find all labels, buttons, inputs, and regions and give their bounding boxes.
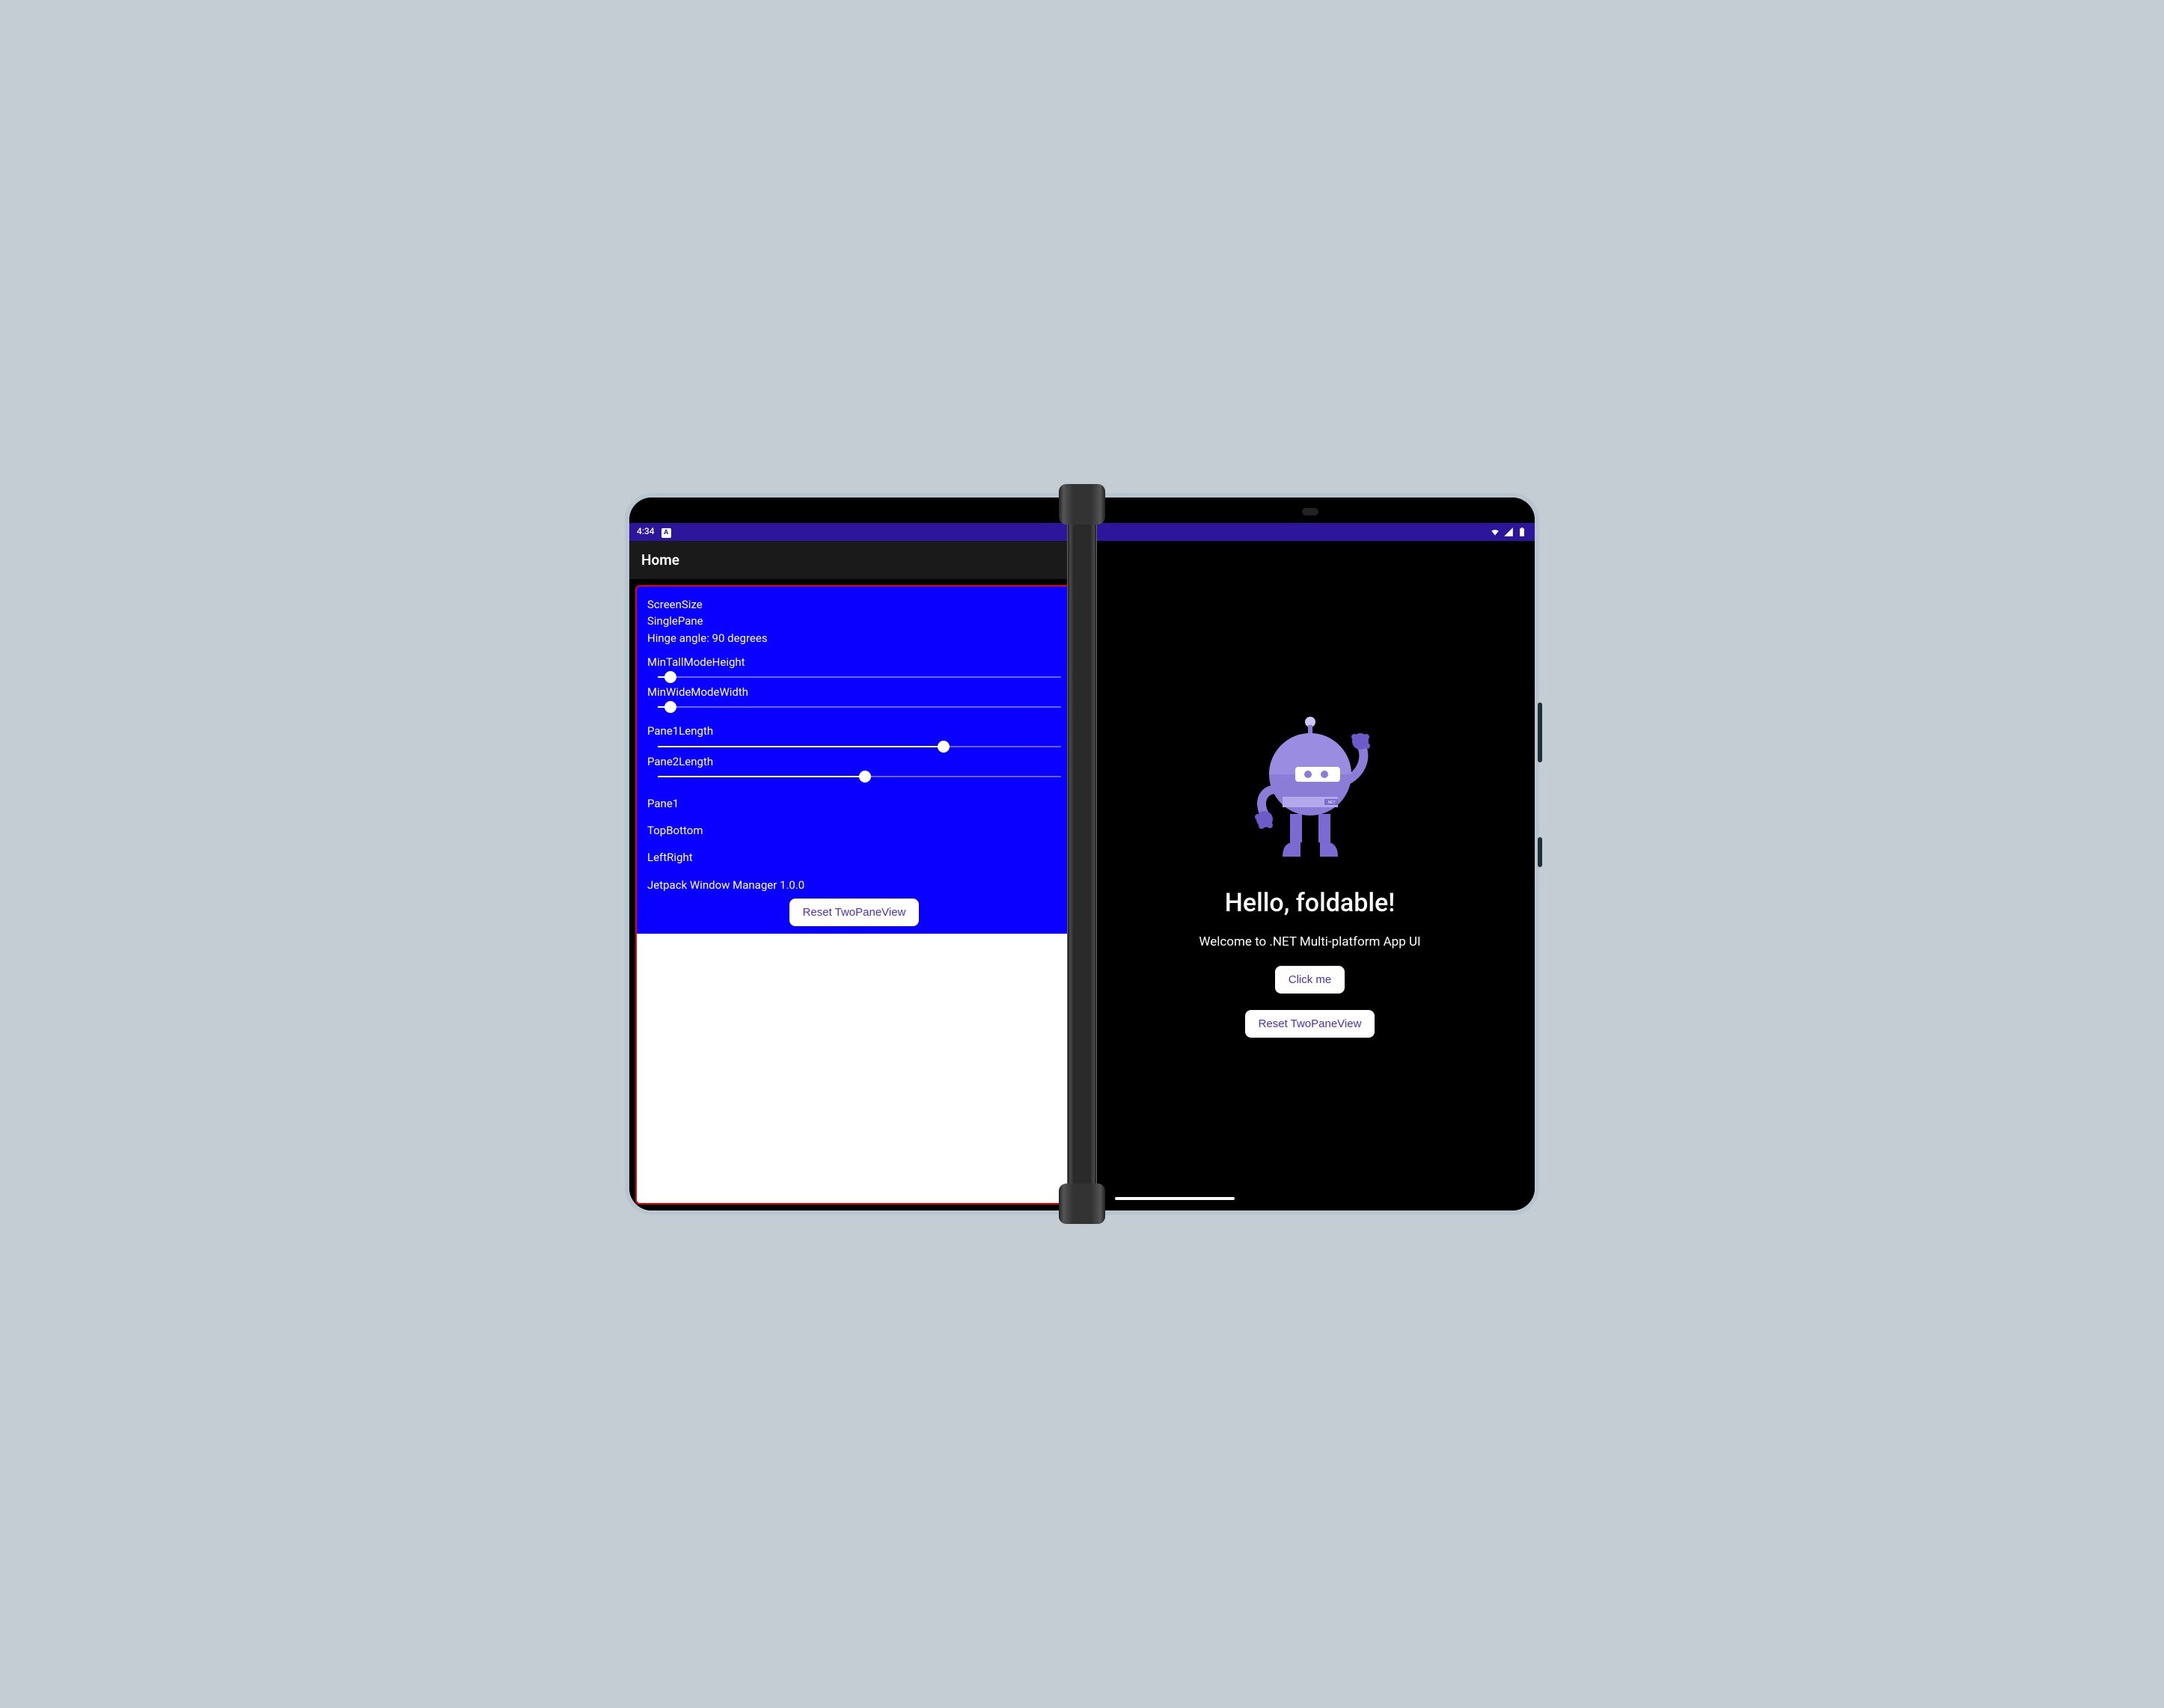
reset-twopaneview-right-button[interactable]: Reset TwoPaneView [1245,1010,1375,1038]
pane2-length-slider[interactable] [647,769,1061,784]
reset-twopaneview-left-button[interactable]: Reset TwoPaneView [789,899,920,926]
front-camera-icon [1302,508,1318,515]
surface-duo-device: 4:34 A Home ScreenSize SinglePane Hinge … [625,493,1539,1215]
status-left: 4:34 A [637,526,671,538]
hello-subtitle: Welcome to .NET Multi-platform App UI [1199,934,1420,949]
battery-icon [1517,527,1527,537]
pane1-controls: ScreenSize SinglePane Hinge angle: 90 de… [637,587,1072,934]
keyboard-indicator-icon: A [661,528,671,538]
hinge-angle-label: Hinge angle: 90 degrees [647,631,1061,646]
left-screen: 4:34 A Home ScreenSize SinglePane Hinge … [625,493,1083,1215]
pane-mode-label: SinglePane [647,613,1061,628]
min-wide-label: MinWideModeWidth [647,685,1061,700]
min-tall-slider[interactable] [647,670,1061,685]
slider-thumb[interactable] [664,701,676,713]
min-wide-slider[interactable] [647,700,1061,714]
cellular-icon [1503,527,1514,537]
status-time: 4:34 [637,526,655,536]
status-bar: 4:34 A [629,523,1079,541]
side-button-power[interactable] [1538,837,1542,867]
pane1-container: ScreenSize SinglePane Hinge angle: 90 de… [629,579,1079,1210]
screen-size-label: ScreenSize [647,597,1061,612]
pane1-frame: ScreenSize SinglePane Hinge angle: 90 de… [635,585,1073,1205]
slider-thumb[interactable] [859,771,871,783]
nav-bar-indicator[interactable] [1115,1197,1235,1200]
status-right-icons [1490,527,1527,537]
svg-text:.NET: .NET [1327,801,1335,805]
pane1-length-label: Pane1Length [647,723,1061,738]
status-bar-right [1085,523,1535,541]
hinge-cap-bottom [1059,1184,1105,1224]
wifi-icon [1490,527,1500,537]
pane2-length-label: Pane2Length [647,754,1061,769]
hinge-cap-top [1059,484,1105,524]
dotnet-bot-icon: .NET [1247,714,1374,872]
side-button-volume[interactable] [1538,703,1542,762]
hinge [1067,493,1097,1215]
pane-label: Pane1 [647,796,1061,811]
bezel [1085,498,1535,523]
slider-thumb[interactable] [664,671,676,683]
slider-thumb[interactable] [938,741,950,753]
pane1-length-slider[interactable] [647,739,1061,754]
left-right-label: LeftRight [647,850,1061,865]
jetpack-label: Jetpack Window Manager 1.0.0 [647,878,1061,893]
right-screen: .NET Hello, foldable! Welcome to .NET Mu… [1081,493,1539,1215]
bezel [629,498,1079,523]
pane2-content: .NET Hello, foldable! Welcome to .NET Mu… [1085,541,1535,1210]
nav-bar-indicator[interactable] [929,1197,1049,1200]
top-bottom-label: TopBottom [647,823,1061,838]
click-me-button[interactable]: Click me [1275,966,1345,994]
page-title: Home [641,551,679,569]
hello-title: Hello, foldable! [1225,888,1395,918]
app-bar: Home [629,541,1079,579]
min-tall-label: MinTallModeHeight [647,655,1061,670]
